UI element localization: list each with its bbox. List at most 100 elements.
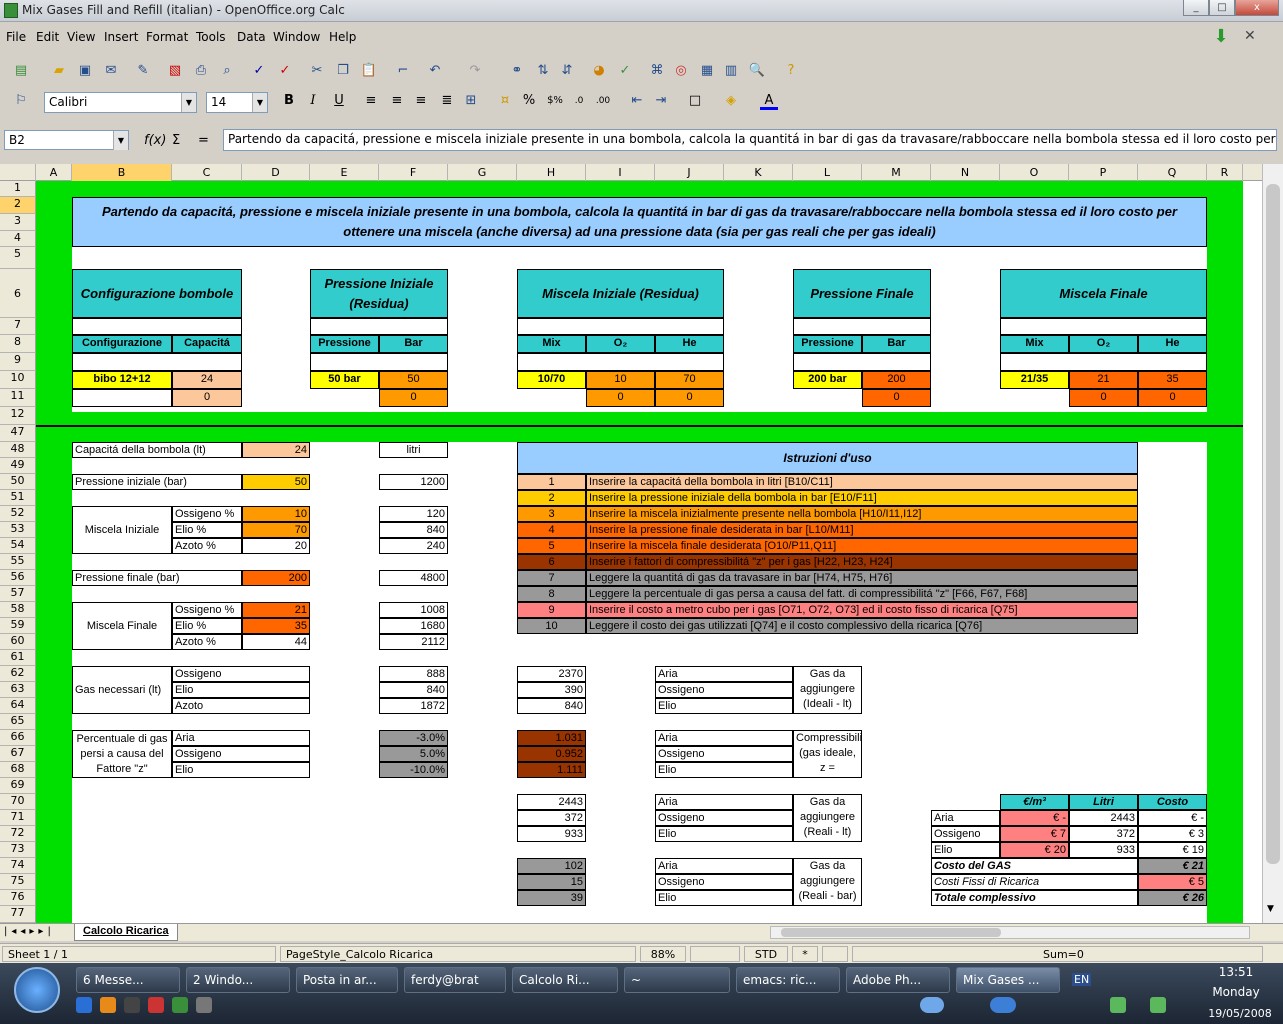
mi-pct[interactable]: 10 xyxy=(242,506,310,522)
row-header[interactable]: 3 xyxy=(0,214,36,231)
gn-name[interactable]: Ossigeno xyxy=(172,666,310,682)
task-terminal[interactable]: ferdy@brat xyxy=(404,967,506,993)
row-header[interactable]: 62 xyxy=(0,666,36,682)
task-messenger[interactable]: 6 Messe... xyxy=(76,967,180,993)
row-header[interactable]: 6 xyxy=(0,269,36,318)
mf-name[interactable]: Azoto % xyxy=(172,634,242,650)
align-right-icon[interactable]: ≡ xyxy=(412,92,430,110)
sum-icon[interactable]: Σ xyxy=(172,133,180,148)
task-emacs[interactable]: emacs: ric... xyxy=(736,967,840,993)
cost-h2[interactable]: Litri xyxy=(1069,794,1138,810)
pin-col1[interactable]: Pressione xyxy=(310,335,379,353)
mf-litri[interactable]: 1008 xyxy=(379,602,448,618)
mf-pct[interactable]: 21 xyxy=(242,602,310,618)
gasr-val[interactable]: 2443 xyxy=(517,794,586,810)
bold-icon[interactable]: B xyxy=(280,92,298,110)
perc-val[interactable]: 5.0% xyxy=(379,746,448,762)
sheet-title[interactable]: Partendo da capacitá, pressione e miscel… xyxy=(72,197,1207,247)
gasb-label[interactable]: Gas da aggiungere (Reali - bar) xyxy=(793,858,862,906)
format-paintbrush-icon[interactable]: ⌐ xyxy=(394,62,412,80)
cost-h1[interactable]: €/m³ xyxy=(1000,794,1069,810)
align-left-icon[interactable]: ≡ xyxy=(362,92,380,110)
row-header[interactable]: 61 xyxy=(0,650,36,666)
menu-edit[interactable]: Edit xyxy=(36,30,59,44)
column-header[interactable]: C xyxy=(172,164,242,181)
pin-bar[interactable]: 50 xyxy=(379,371,448,389)
row-header[interactable]: 50 xyxy=(0,474,36,490)
chevron-down-icon[interactable]: ▼ xyxy=(181,93,196,112)
gasr-label[interactable]: Gas da aggiungere (Reali - lt) xyxy=(793,794,862,842)
gn-val[interactable]: 840 xyxy=(379,682,448,698)
spellcheck-icon[interactable]: ✓ xyxy=(250,62,268,80)
edit-file-icon[interactable]: ✎ xyxy=(134,62,152,80)
perc-name[interactable]: Ossigeno xyxy=(172,746,310,762)
spreadsheet-grid[interactable]: Partendo da capacitá, pressione e miscel… xyxy=(36,181,1262,923)
row-header[interactable]: 68 xyxy=(0,762,36,778)
status-pagestyle[interactable]: PageStyle_Calcolo Ricarica xyxy=(280,946,636,962)
save-icon[interactable]: ▣ xyxy=(76,62,94,80)
perc-name[interactable]: Aria xyxy=(172,730,310,746)
row-header[interactable]: 77 xyxy=(0,906,36,923)
pfin-header[interactable]: Pressione Finale xyxy=(793,269,931,318)
cost-total-value[interactable]: € 26 xyxy=(1138,890,1207,906)
delete-decimal-icon[interactable]: .00 xyxy=(594,92,612,110)
minimize-button[interactable]: _ xyxy=(1183,0,1209,16)
font-name-combo[interactable]: Calibri ▼ xyxy=(44,92,197,113)
config-col2[interactable]: Capacitá xyxy=(172,335,242,353)
z-label[interactable]: Compressibilitá (gas ideale, z = xyxy=(793,730,862,778)
row-header[interactable]: 57 xyxy=(0,586,36,602)
app-icon[interactable] xyxy=(172,997,188,1013)
mfin-header[interactable]: Miscela Finale xyxy=(1000,269,1207,318)
istr-num[interactable]: 7 xyxy=(517,570,586,586)
row-header[interactable]: 55 xyxy=(0,554,36,570)
mf-pct[interactable]: 35 xyxy=(242,618,310,634)
messenger-tray-icon[interactable] xyxy=(1110,997,1126,1013)
clock-time[interactable]: 13:51 xyxy=(1206,965,1266,979)
column-header[interactable]: L xyxy=(793,164,862,181)
gasi-val[interactable]: 2370 xyxy=(517,666,586,682)
row-header[interactable]: 64 xyxy=(0,698,36,714)
column-header[interactable]: A xyxy=(36,164,72,181)
istr-text[interactable]: Inserire il costo a metro cubo per i gas… xyxy=(586,602,1138,618)
function-wizard-icon[interactable]: f(x) xyxy=(144,133,166,148)
pfin-col1[interactable]: Pressione xyxy=(793,335,862,353)
background-color-icon[interactable]: ◈ xyxy=(722,92,740,110)
sort-ascending-icon[interactable]: ⇅ xyxy=(534,62,552,80)
mf-litri[interactable]: 2112 xyxy=(379,634,448,650)
row-header[interactable]: 9 xyxy=(0,353,36,371)
mfin-o2[interactable]: 21 xyxy=(1069,371,1138,389)
borders-icon[interactable]: □ xyxy=(686,92,704,110)
pin-litri[interactable]: 1200 xyxy=(379,474,448,490)
min-he-zero[interactable]: 0 xyxy=(655,389,724,407)
close-window-button[interactable]: x xyxy=(1235,0,1279,16)
gasi-name[interactable]: Aria xyxy=(655,666,793,682)
perc-val[interactable]: -10.0% xyxy=(379,762,448,778)
hyperlink-icon[interactable]: ⚭ xyxy=(508,62,526,80)
row-header[interactable]: 2 xyxy=(0,197,36,214)
mi-name[interactable]: Azoto % xyxy=(172,538,242,554)
menu-format[interactable]: Format xyxy=(146,30,188,44)
istr-num[interactable]: 3 xyxy=(517,506,586,522)
istr-text[interactable]: Inserire i fattori di compressibilitá "z… xyxy=(586,554,1138,570)
column-header[interactable]: D xyxy=(242,164,310,181)
column-header[interactable]: M xyxy=(862,164,931,181)
mi-litri[interactable]: 840 xyxy=(379,522,448,538)
show-draw-functions-icon[interactable]: ✓ xyxy=(616,62,634,80)
maximize-button[interactable]: □ xyxy=(1209,0,1235,16)
column-header[interactable]: I xyxy=(586,164,655,181)
mi-litri[interactable]: 120 xyxy=(379,506,448,522)
row-header[interactable]: 52 xyxy=(0,506,36,522)
column-header[interactable]: B xyxy=(72,164,172,181)
print-icon[interactable]: ⎙ xyxy=(192,62,210,80)
number-format-icon[interactable]: $% xyxy=(546,92,564,110)
pin-blank[interactable] xyxy=(310,318,448,335)
menu-view[interactable]: View xyxy=(67,30,95,44)
italic-icon[interactable]: I xyxy=(304,92,322,110)
percent-format-icon[interactable]: % xyxy=(520,92,538,110)
row-header[interactable]: 1 xyxy=(0,181,36,197)
mf-name[interactable]: Ossigeno % xyxy=(172,602,242,618)
undo-icon[interactable]: ↶ xyxy=(426,62,444,80)
font-color-icon[interactable]: A xyxy=(760,92,778,110)
cost-litri[interactable]: 372 xyxy=(1069,826,1138,842)
column-header[interactable]: N xyxy=(931,164,1000,181)
